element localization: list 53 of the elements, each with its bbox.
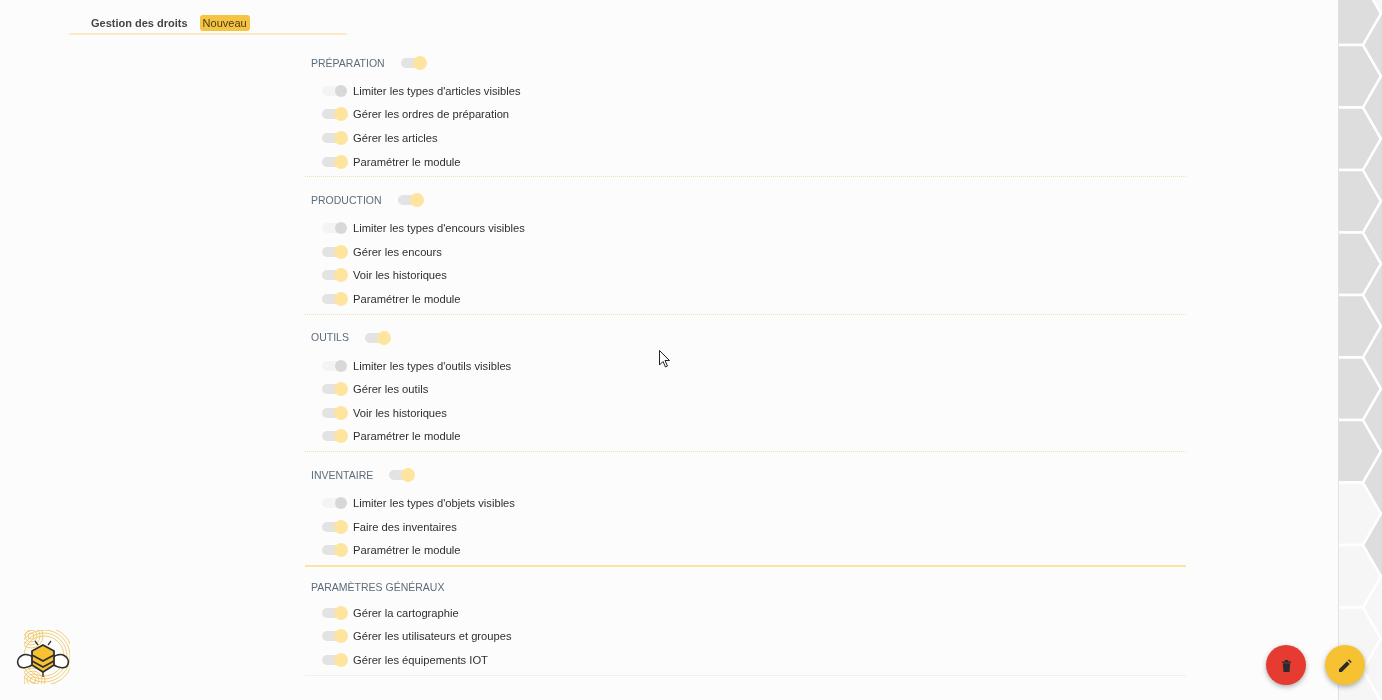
section-title: INVENTAIRE — [311, 467, 374, 483]
toggle-switch[interactable] — [322, 291, 348, 306]
permission-label: Limiter les types d'articles visibles — [353, 84, 521, 97]
pencil-icon — [1338, 658, 1352, 672]
section-title: PARAMÈTRES GÉNÉRAUX — [311, 579, 445, 595]
permission-label: Gérer les utilisateurs et groupes — [353, 630, 512, 643]
toggle-switch[interactable] — [322, 221, 348, 236]
toggle-switch[interactable] — [389, 468, 416, 483]
toggle-switch[interactable] — [322, 107, 348, 122]
toggle-switch[interactable] — [364, 330, 391, 345]
permission-label: Paramétrer le module — [353, 155, 461, 168]
toggle-switch[interactable] — [322, 495, 348, 510]
toggle-switch[interactable] — [322, 268, 348, 283]
toggle-switch[interactable] — [322, 131, 348, 145]
permission-label: Voir les historiques — [353, 406, 447, 419]
permission-label: Limiter les types d'encours visibles — [353, 222, 525, 235]
toggle-switch[interactable] — [322, 154, 348, 169]
permission-label: Paramétrer le module — [353, 292, 461, 305]
bee-logo-icon — [14, 628, 72, 686]
toggle-switch[interactable] — [322, 358, 348, 373]
permission-label: Voir les historiques — [353, 269, 447, 282]
section-title: PRÉPARATION — [311, 55, 385, 71]
toggle-switch[interactable] — [322, 652, 348, 667]
permission-label: Gérer la cartographie — [353, 606, 459, 619]
toggle-switch[interactable] — [322, 605, 348, 620]
toggle-switch[interactable] — [397, 193, 424, 208]
delete-button[interactable] — [1266, 645, 1306, 685]
permission-label: Paramétrer le module — [353, 544, 461, 557]
page-title: Gestion des droits — [91, 17, 188, 29]
section-title: PRODUCTION — [311, 192, 382, 208]
toggle-switch[interactable] — [400, 56, 427, 70]
permission-label: Gérer les encours — [353, 245, 442, 258]
toggle-switch[interactable] — [322, 83, 348, 98]
section-title: OUTILS — [311, 330, 349, 346]
permission-label: Faire des inventaires — [353, 520, 457, 533]
toggle-switch[interactable] — [322, 429, 348, 444]
permission-label: Limiter les types d'objets visibles — [353, 496, 515, 509]
permission-label: Gérer les équipements IOT — [353, 653, 488, 666]
toggle-switch[interactable] — [322, 244, 348, 259]
new-badge: Nouveau — [199, 15, 250, 31]
toggle-switch[interactable] — [322, 382, 348, 397]
edit-button[interactable] — [1325, 645, 1365, 685]
toggle-switch[interactable] — [322, 629, 348, 644]
toggle-switch[interactable] — [322, 519, 348, 534]
permission-label: Gérer les outils — [353, 383, 429, 396]
mouse-cursor-icon — [659, 350, 670, 368]
toggle-switch[interactable] — [322, 405, 348, 420]
permission-label: Limiter les types d'outils visibles — [353, 359, 512, 372]
permission-label: Gérer les articles — [353, 132, 438, 144]
trash-icon — [1280, 658, 1292, 672]
permission-label: Paramétrer le module — [353, 430, 461, 443]
toggle-switch[interactable] — [322, 543, 348, 558]
permission-label: Gérer les ordres de préparation — [353, 108, 510, 121]
